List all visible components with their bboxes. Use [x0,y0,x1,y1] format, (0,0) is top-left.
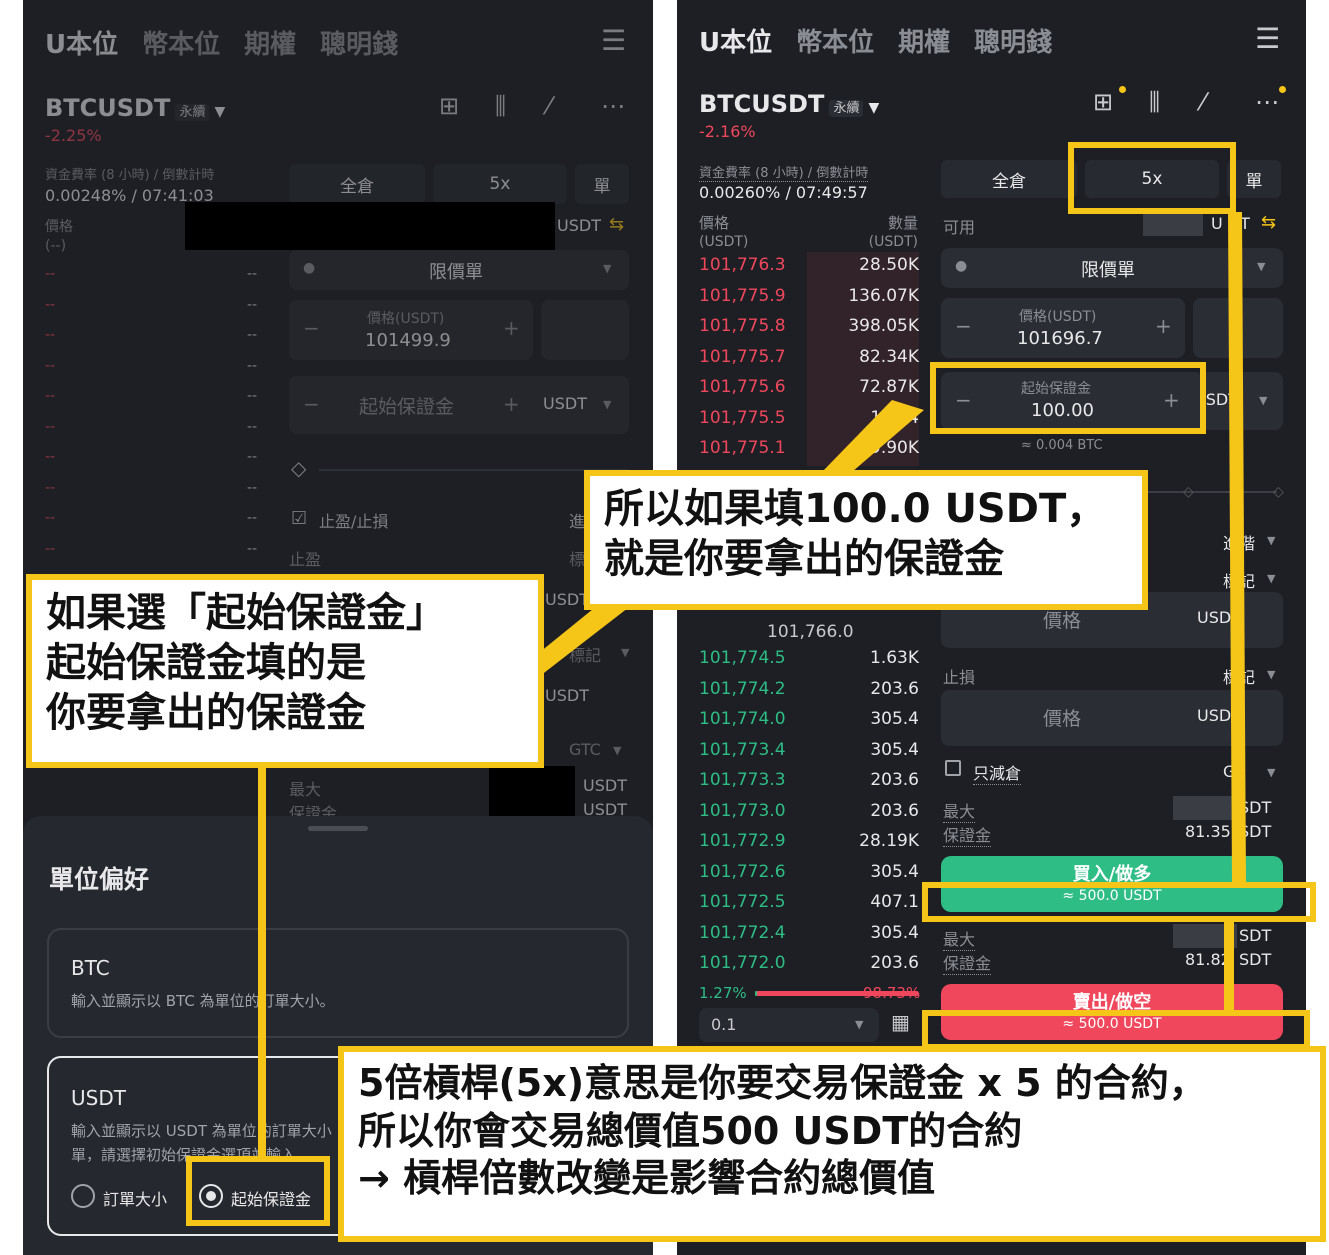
highlight-sell-value [922,1010,1310,1050]
connector-buy-to-sell [1224,918,1234,1012]
callout-mid-line1: 所以如果填100.0 USDT， [604,486,1107,532]
callout-initial-margin-choice: 如果選「起始保證金」 起始保證金填的是 你要拿出的保證金 [26,574,544,768]
connector-leverage-to-buy [1228,212,1246,882]
connector-left-to-radio [258,766,266,1162]
highlight-initial-margin-radio [186,1156,330,1226]
callout-leverage-explanation: 5倍槓桿(5x)意思是你要交易保證金 x 5 的合約， 所以你會交易總價值500… [338,1046,1326,1242]
highlight-buy-value [922,882,1316,922]
callout-bottom-line3: → 槓桿倍數改變是影響合約總價值 [358,1156,936,1200]
callout-margin-amount: 所以如果填100.0 USDT， 就是你要拿出的保證金 [584,470,1148,610]
callout-left-line2: 起始保證金填的是 [46,640,366,686]
callout-bottom-line1: 5倍槓桿(5x)意思是你要交易保證金 x 5 的合約， [358,1061,1207,1105]
callout-left-line1: 如果選「起始保證金」 [46,590,446,636]
connector-mid-to-margin [822,400,924,472]
callout-mid-line2: 就是你要拿出的保證金 [604,536,1004,582]
callout-left-line3: 你要拿出的保證金 [46,690,366,736]
highlight-initial-margin [930,362,1206,434]
callout-bottom-line2: 所以你會交易總價值500 USDT的合約 [358,1108,1023,1153]
highlight-leverage [1068,142,1236,214]
